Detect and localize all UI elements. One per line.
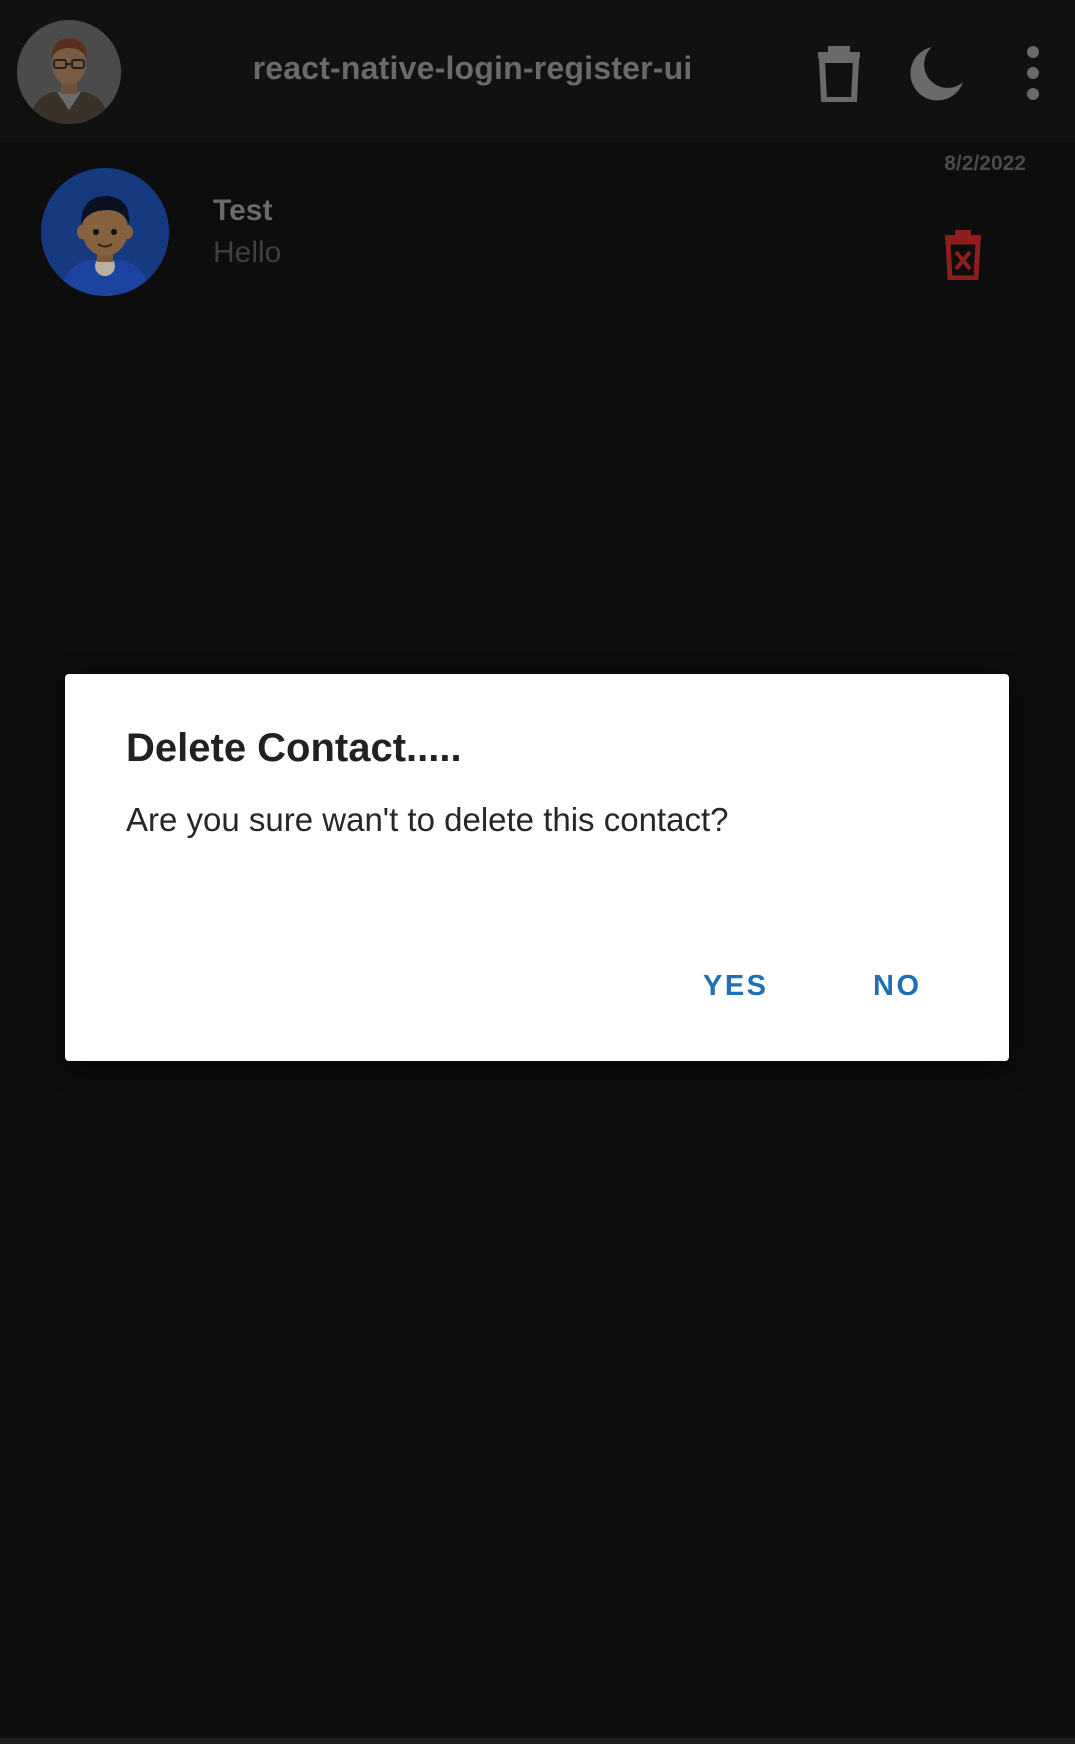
contact-date: 8/2/2022 (944, 152, 1026, 175)
delete-contact-dialog: Delete Contact..... Are you sure wan't t… (65, 674, 1009, 1061)
bottom-divider (0, 1738, 1075, 1744)
contact-name: Test (213, 194, 273, 227)
trash-x-icon[interactable] (943, 230, 983, 281)
app-title: react-native-login-register-ui (252, 50, 693, 86)
contact-list-item[interactable]: Test Hello 8/2/2022 (0, 142, 1075, 312)
screen: react-native-login-register-ui Test Hell… (0, 0, 1075, 1744)
trash-icon[interactable] (814, 44, 864, 103)
yes-button[interactable]: YES (703, 970, 769, 1003)
profile-avatar[interactable] (17, 20, 121, 124)
dialog-message: Are you sure wan't to delete this contac… (126, 801, 729, 838)
app-bar: react-native-login-register-ui (0, 0, 1075, 142)
contact-avatar (41, 168, 169, 296)
dialog-title: Delete Contact..... (126, 726, 462, 770)
moon-icon[interactable] (906, 44, 966, 104)
more-vertical-icon[interactable] (1019, 44, 1047, 102)
contact-last-message: Hello (213, 236, 282, 269)
no-button[interactable]: NO (873, 970, 922, 1003)
user-avatar-image (41, 168, 169, 296)
profile-avatar-image (17, 20, 121, 124)
